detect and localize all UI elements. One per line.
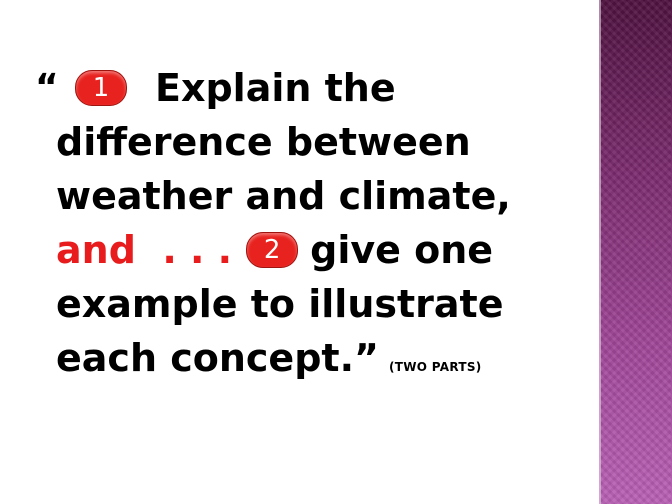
open-quote: “	[35, 67, 59, 108]
slide: “ 1 Explain the difference between weather…	[0, 0, 672, 504]
slide-text: “ 1 Explain the difference between weather…	[0, 0, 599, 504]
line-2-text: difference between	[56, 120, 471, 164]
number-badge-2: 2	[246, 231, 299, 268]
text-line-3: weather and climate,	[56, 171, 511, 221]
decorative-side-band	[599, 0, 672, 504]
line-6-text: each concept.”	[56, 336, 379, 380]
text-line-5: example to illustrate	[56, 279, 503, 329]
line-5-text: example to illustrate	[56, 282, 504, 326]
two-parts-note: (TWO PARTS)	[388, 360, 482, 374]
line-4-red-text: and . . .	[56, 228, 233, 272]
text-line-6: each concept.” (TWO PARTS)	[56, 333, 482, 383]
text-line-4: and . . . 2 give one	[56, 225, 493, 275]
line-1-text: Explain the	[155, 66, 396, 110]
line-4-text: give one	[310, 228, 494, 272]
number-badge-1: 1	[75, 69, 127, 106]
text-line-1: “ 1 Explain the	[35, 63, 396, 113]
line-3-text: weather and climate,	[56, 174, 511, 218]
text-line-2: difference between	[56, 117, 471, 167]
